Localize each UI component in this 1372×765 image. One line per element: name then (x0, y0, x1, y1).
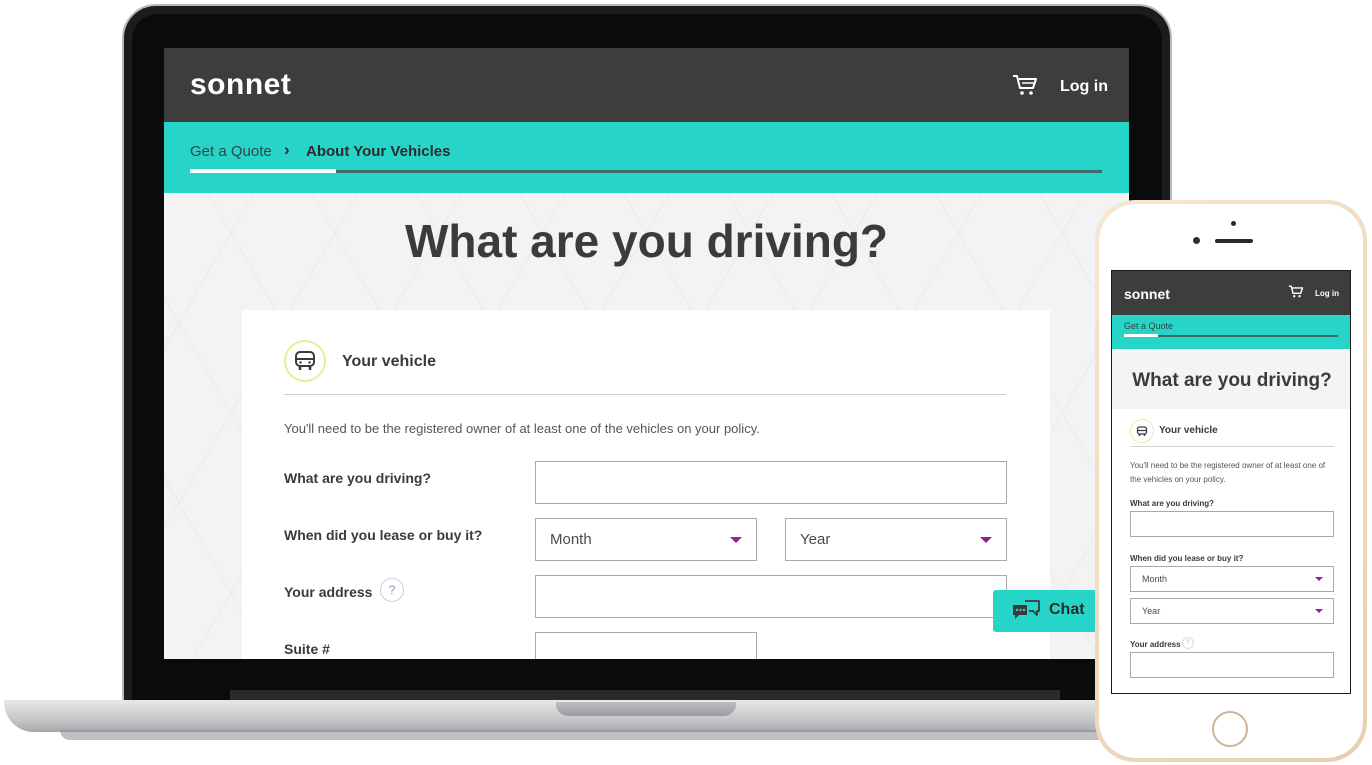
chat-label: Chat (1049, 601, 1085, 618)
mobile-year-value: Year (1142, 606, 1161, 616)
address-label: Your address (284, 584, 373, 600)
month-select-value: Month (550, 531, 592, 548)
chat-bubbles-icon (1013, 600, 1040, 619)
mobile-month-value: Month (1142, 574, 1168, 584)
progress-fill (190, 169, 336, 173)
section-title: Your vehicle (342, 353, 436, 370)
mobile-header: sonnet Log in (1112, 271, 1350, 315)
laptop-foot (60, 730, 1240, 740)
mobile-screen: sonnet Log in Get a Quote What are you d… (1111, 270, 1351, 694)
divider (284, 394, 1006, 395)
login-link[interactable]: Log in (1060, 78, 1108, 96)
chevron-down-icon (730, 537, 742, 543)
mobile-intro-text: You'll need to be the registered owner o… (1130, 461, 1326, 484)
mobile-address-label: Your address (1130, 640, 1181, 649)
desktop-screen: sonnet Log in Get a Quote › About Your V… (164, 48, 1129, 659)
vehicle-input[interactable] (535, 461, 1007, 504)
mobile-brand-logo[interactable]: sonnet (1124, 286, 1170, 302)
mobile-breadcrumb-get-a-quote[interactable]: Get a Quote (1124, 321, 1173, 331)
breadcrumb-current: About Your Vehicles (306, 143, 451, 160)
mobile-month-select[interactable]: Month (1130, 566, 1334, 592)
chevron-down-icon (1315, 577, 1323, 581)
year-select-value: Year (800, 531, 831, 548)
mobile-vehicle-input[interactable] (1130, 511, 1334, 537)
address-input[interactable] (535, 575, 1007, 618)
mobile-login-link[interactable]: Log in (1315, 289, 1339, 298)
question-icon[interactable]: ? (380, 578, 404, 602)
laptop-hinge (230, 690, 1060, 700)
breadcrumb-get-a-quote[interactable]: Get a Quote (190, 143, 272, 160)
mobile-section-title: Your vehicle (1159, 425, 1218, 436)
driving-label: What are you driving? (284, 470, 432, 486)
phone-home-button (1212, 711, 1248, 747)
mobile-address-input[interactable] (1130, 652, 1334, 678)
intro-text: You'll need to be the registered owner o… (284, 421, 760, 436)
cart-icon[interactable] (1288, 285, 1304, 298)
month-select[interactable]: Month (535, 518, 757, 561)
lease-label: When did you lease or buy it? (284, 527, 483, 543)
mobile-page-title: What are you driving? (1132, 370, 1332, 391)
mobile-lease-label: When did you lease or buy it? (1130, 554, 1244, 563)
phone-speaker (1215, 239, 1253, 243)
chevron-right-icon: › (284, 140, 290, 159)
year-select[interactable]: Year (785, 518, 1007, 561)
chevron-down-icon (1315, 609, 1323, 613)
question-icon[interactable]: ? (1182, 637, 1194, 649)
mobile-divider (1130, 446, 1334, 447)
mobile-progress-fill (1124, 334, 1159, 337)
site-header: sonnet Log in (164, 48, 1129, 122)
suite-input[interactable] (535, 632, 757, 659)
brand-logo[interactable]: sonnet (190, 68, 291, 102)
mobile-breadcrumb: Get a Quote (1112, 315, 1350, 349)
chevron-down-icon (980, 537, 992, 543)
mobile-year-select[interactable]: Year (1130, 598, 1334, 624)
suite-label: Suite # (284, 641, 330, 657)
laptop-notch (556, 702, 736, 716)
vehicle-form-card: Your vehicle You'll need to be the regis… (242, 310, 1050, 659)
car-front-icon (1130, 419, 1154, 443)
cart-icon[interactable] (1012, 74, 1038, 96)
phone-sensor (1231, 221, 1236, 226)
car-front-icon (284, 340, 326, 382)
breadcrumb: Get a Quote › About Your Vehicles (164, 122, 1129, 193)
page-title: What are you driving? (404, 215, 889, 267)
phone-camera (1193, 237, 1200, 244)
mobile-driving-label: What are you driving? (1130, 499, 1215, 508)
